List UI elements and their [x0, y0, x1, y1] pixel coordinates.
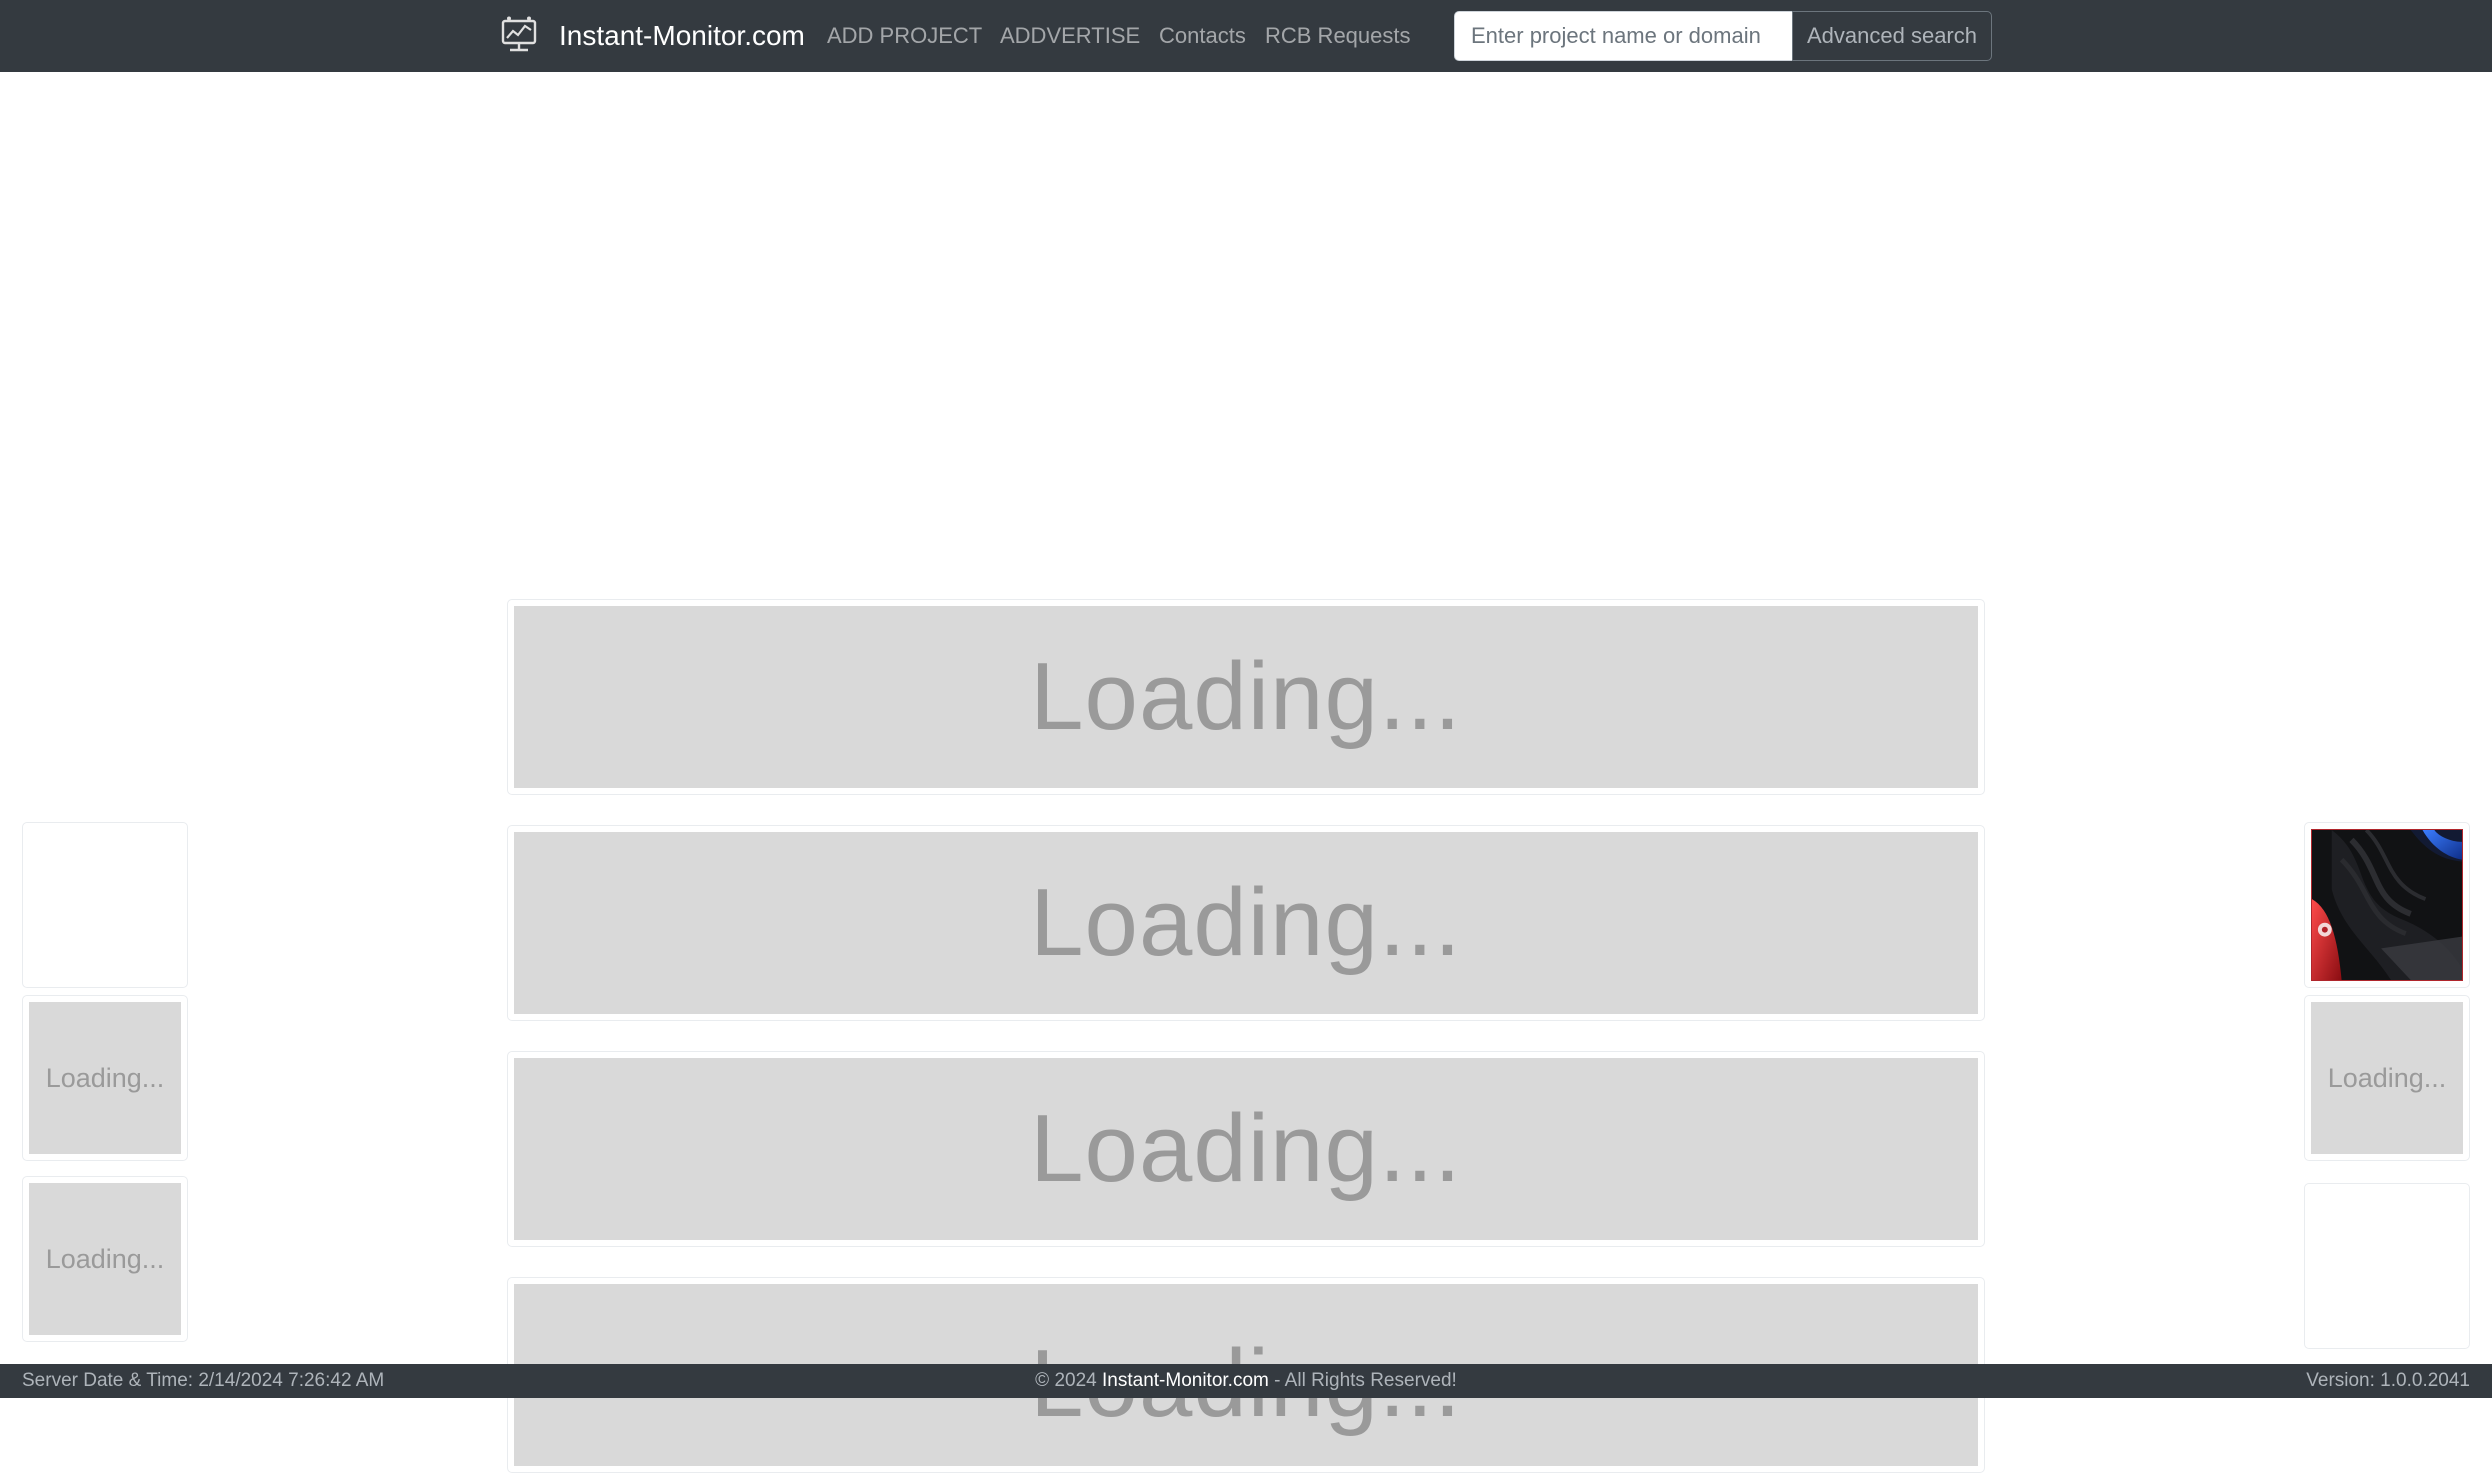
nav-contacts[interactable]: Contacts	[1159, 22, 1246, 50]
copyright: © 2024 Instant-Monitor.com - All Rights …	[0, 1370, 2492, 1392]
top-navbar: Instant-Monitor.com ADD PROJECT ADDVERTI…	[0, 0, 2492, 72]
nav-add-project[interactable]: ADD PROJECT	[827, 22, 982, 50]
banner-loading-text: Loading...	[1030, 1095, 1462, 1202]
banner-slot-3[interactable]: Loading...	[507, 1051, 1985, 1247]
banner-slot-1[interactable]: Loading...	[507, 599, 1985, 795]
left-ad-slot-empty[interactable]	[22, 822, 188, 988]
nav-rcb-requests[interactable]: RCB Requests	[1265, 22, 1411, 50]
left-ad-loading-text: Loading...	[45, 1243, 165, 1274]
banner-loading-text: Loading...	[1030, 869, 1462, 976]
right-ad-slot-image[interactable]	[2304, 822, 2470, 988]
right-ad-slot-empty[interactable]	[2304, 1183, 2470, 1349]
left-ad-slot-2[interactable]: Loading...	[22, 995, 188, 1161]
abstract-red-blue-image[interactable]	[2311, 829, 2463, 981]
footer-site-link[interactable]: Instant-Monitor.com	[1102, 1370, 1269, 1391]
advanced-search-button[interactable]: Advanced search	[1792, 11, 1992, 61]
version-label: Version: 1.0.0.2041	[2306, 1370, 2470, 1391]
right-ad-loading-text: Loading...	[2327, 1062, 2447, 1093]
banner-slot-2[interactable]: Loading...	[507, 825, 1985, 1021]
brand-link[interactable]: Instant-Monitor.com	[559, 19, 805, 53]
footer: Server Date & Time: 2/14/2024 7:26:42 AM…	[0, 1364, 2492, 1398]
right-ad-slot-2[interactable]: Loading...	[2304, 995, 2470, 1161]
left-ad-loading-text: Loading...	[45, 1062, 165, 1093]
left-ad-slot-3[interactable]: Loading...	[22, 1176, 188, 1342]
monitor-chart-icon[interactable]	[498, 15, 540, 57]
nav-advertise[interactable]: ADDVERTISE	[1000, 22, 1140, 50]
banner-loading-text: Loading...	[1030, 643, 1462, 750]
copyright-year: © 2024	[1035, 1370, 1097, 1391]
search-input[interactable]	[1454, 11, 1792, 61]
rights-text: - All Rights Reserved!	[1274, 1370, 1457, 1391]
